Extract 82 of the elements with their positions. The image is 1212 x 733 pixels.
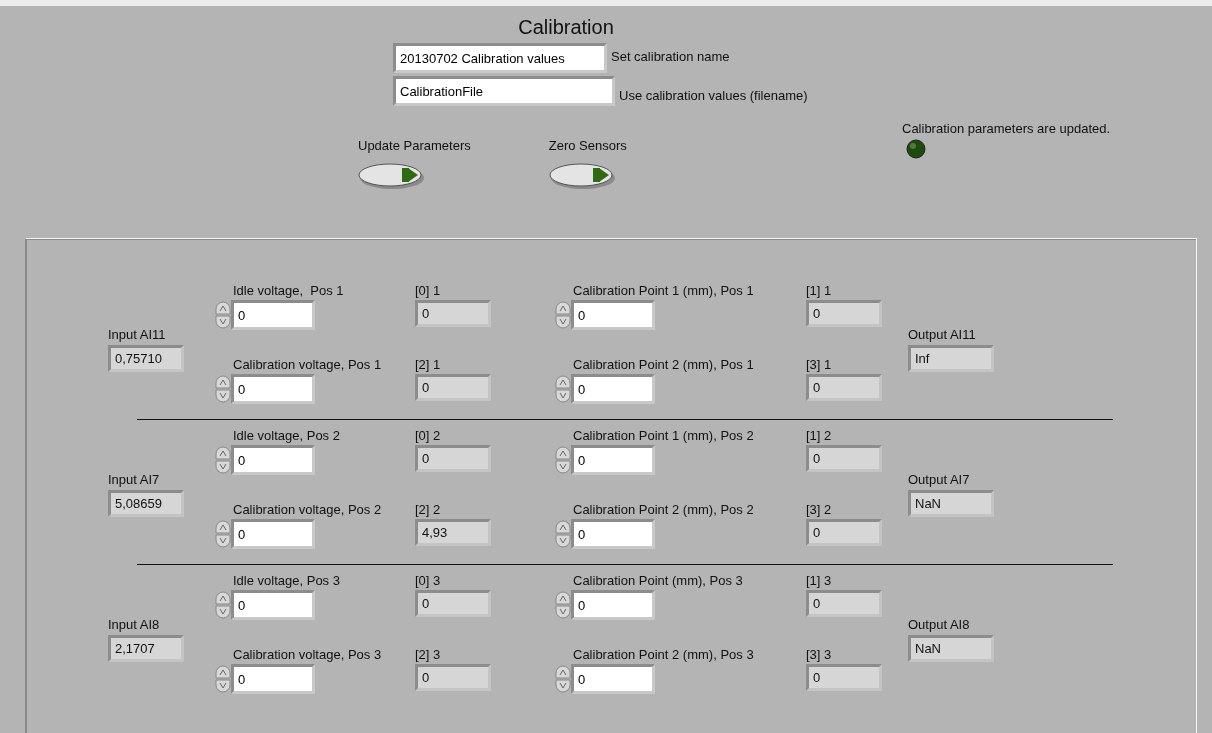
- indicator-field: Inf: [908, 344, 994, 372]
- control-label: Calibration Point 1 (mm), Pos 1: [573, 283, 754, 298]
- panel-title: Calibration: [517, 15, 615, 38]
- indicator-field: 4,93: [415, 519, 491, 546]
- input-field[interactable]: 0: [231, 664, 315, 694]
- input-field[interactable]: 0: [571, 519, 655, 549]
- increment-buttons[interactable]: [555, 520, 571, 548]
- indicator-field: 0: [806, 664, 882, 691]
- button-label: Update Parameters: [358, 138, 471, 153]
- indicator-field: 0: [415, 445, 491, 472]
- output-label: Output AI11: [908, 326, 976, 342]
- indicator-field: 0: [415, 590, 491, 617]
- input-label: Input AI8: [108, 616, 160, 632]
- indicator-field: 5,08659: [108, 489, 184, 517]
- indicator-field: 0: [415, 374, 491, 401]
- indicator-field: NaN: [908, 634, 994, 662]
- indicator-field: 0: [806, 445, 882, 472]
- indicator-field: 0: [806, 374, 882, 401]
- indicator-label: [3] 3: [806, 647, 832, 662]
- indicator-label: [2] 1: [415, 357, 441, 372]
- button-label: Zero Sensors: [548, 138, 627, 153]
- increment-buttons[interactable]: [215, 520, 231, 548]
- control-label: Idle voltage, Pos 3: [233, 573, 340, 588]
- control-label: Idle voltage, Pos 1: [233, 283, 344, 298]
- input-label: Input AI11: [108, 326, 166, 342]
- control-label: Calibration voltage, Pos 1: [233, 357, 382, 372]
- input-field[interactable]: 20130702 Calibration values: [393, 43, 607, 73]
- indicator-label: [0] 3: [415, 573, 441, 588]
- control-label: Calibration Point 1 (mm), Pos 2: [573, 428, 754, 443]
- indicator-field: NaN: [908, 489, 994, 517]
- input-field[interactable]: 0: [231, 374, 315, 404]
- input-field[interactable]: CalibrationFile: [393, 76, 615, 106]
- input-field[interactable]: 0: [571, 445, 655, 475]
- control-label: Calibration Point 2 (mm), Pos 3: [573, 647, 754, 662]
- input-field[interactable]: 0: [571, 300, 655, 330]
- indicator-field: 0: [806, 519, 882, 546]
- input-field[interactable]: 0: [571, 664, 655, 694]
- indicator-label: [1] 2: [806, 428, 832, 443]
- indicator-field: 0: [415, 664, 491, 691]
- toggle-button[interactable]: [358, 161, 426, 191]
- indicator-field: 2,1707: [108, 634, 184, 662]
- input-field[interactable]: 0: [571, 590, 655, 620]
- increment-buttons[interactable]: [555, 375, 571, 403]
- output-label: Output AI7: [908, 471, 970, 487]
- control-label: Idle voltage, Pos 2: [233, 428, 340, 443]
- toggle-button[interactable]: [548, 161, 617, 191]
- input-field[interactable]: 0: [231, 519, 315, 549]
- indicator-label: [2] 2: [415, 502, 441, 517]
- increment-buttons[interactable]: [555, 301, 571, 329]
- increment-buttons[interactable]: [555, 446, 571, 474]
- indicator-field: 0: [806, 590, 882, 617]
- input-field[interactable]: 0: [571, 374, 655, 404]
- increment-buttons[interactable]: [215, 591, 231, 619]
- increment-buttons[interactable]: [215, 446, 231, 474]
- control-label: Calibration Point 2 (mm), Pos 2: [573, 502, 754, 517]
- input-field[interactable]: 0: [231, 300, 315, 330]
- control-label: Calibration Point 2 (mm), Pos 1: [573, 357, 754, 372]
- field-label: Use calibration values (filename): [619, 87, 808, 103]
- indicator-label: [0] 1: [415, 283, 441, 298]
- control-label: Calibration Point (mm), Pos 3: [573, 573, 743, 588]
- increment-buttons[interactable]: [555, 665, 571, 693]
- input-label: Input AI7: [108, 471, 160, 487]
- status-label: Calibration parameters are updated.: [902, 121, 1111, 136]
- input-field[interactable]: 0: [231, 445, 315, 475]
- control-label: Calibration voltage, Pos 2: [233, 502, 382, 517]
- increment-buttons[interactable]: [555, 591, 571, 619]
- indicator-label: [2] 3: [415, 647, 441, 662]
- indicator-label: [1] 1: [806, 283, 832, 298]
- indicator-field: 0: [415, 300, 491, 327]
- output-label: Output AI8: [908, 616, 970, 632]
- increment-buttons[interactable]: [215, 375, 231, 403]
- control-label: Calibration voltage, Pos 3: [233, 647, 382, 662]
- indicator-field: 0,75710: [108, 344, 184, 372]
- indicator-label: [3] 1: [806, 357, 832, 372]
- indicator-field: 0: [806, 300, 882, 327]
- indicator-label: [1] 3: [806, 573, 832, 588]
- indicator-label: [0] 2: [415, 428, 441, 443]
- increment-buttons[interactable]: [215, 665, 231, 693]
- indicator-label: [3] 2: [806, 502, 832, 517]
- input-field[interactable]: 0: [231, 590, 315, 620]
- field-label: Set calibration name: [611, 48, 730, 64]
- increment-buttons[interactable]: [215, 301, 231, 329]
